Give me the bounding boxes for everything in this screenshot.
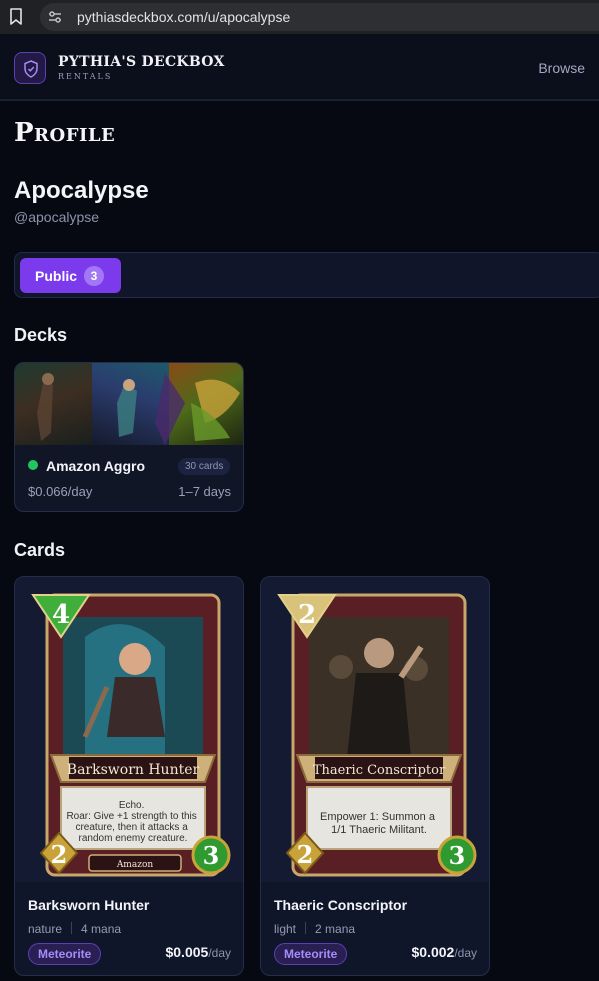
card-art-tribe: Amazon xyxy=(116,860,154,870)
deck-cover-art xyxy=(15,363,243,445)
card-element: light xyxy=(274,922,297,936)
url-text: pythiasdeckbox.com/u/apocalypse xyxy=(77,9,291,25)
brand-title[interactable]: PYTHIA'S DECKBOX xyxy=(58,54,225,70)
user-handle: @apocalypse xyxy=(14,209,100,225)
site-header: PYTHIA'S DECKBOX RENTALS Browse xyxy=(0,34,599,101)
tab-public[interactable]: Public 3 xyxy=(20,258,121,293)
browser-address-bar: pythiasdeckbox.com/u/apocalypse xyxy=(0,0,599,34)
card-price-unit: /day xyxy=(454,946,477,960)
card-tile[interactable]: Thaeric Conscriptor Empower 1: Summon a … xyxy=(260,576,490,976)
tab-public-count: 3 xyxy=(84,266,104,286)
card-art: Thaeric Conscriptor Empower 1: Summon a … xyxy=(261,577,489,882)
card-art-attack: 2 xyxy=(297,840,314,869)
card-art: Barksworn Hunter Echo. Roar: Give +1 str… xyxy=(15,577,243,882)
decks-heading: Decks xyxy=(14,325,68,345)
card-rarity-badge: Meteorite xyxy=(274,943,348,965)
tab-public-label: Public xyxy=(35,268,78,284)
bookmark-icon[interactable] xyxy=(9,8,23,26)
page-title: Profile xyxy=(14,118,116,148)
card-meta: nature 4 mana xyxy=(28,922,121,936)
card-art-banner: Barksworn Hunter xyxy=(67,762,200,778)
user-display-name: Apocalypse xyxy=(14,177,149,204)
card-price-value: $0.005 xyxy=(165,944,209,960)
card-art-cost: 2 xyxy=(298,600,316,630)
card-rarity-badge: Meteorite xyxy=(28,943,102,965)
nav-browse-link[interactable]: Browse xyxy=(538,60,585,76)
deck-name: Amazon Aggro xyxy=(46,458,146,474)
deck-status-dot xyxy=(28,460,38,470)
site-settings-icon[interactable] xyxy=(48,11,62,23)
card-art-health: 3 xyxy=(203,841,220,870)
card-mana: 2 mana xyxy=(315,922,356,936)
card-price: $0.005/day xyxy=(165,944,231,960)
card-name: Barksworn Hunter xyxy=(28,897,150,913)
card-price-unit: /day xyxy=(208,946,231,960)
card-art-cost: 4 xyxy=(52,600,70,630)
logo[interactable] xyxy=(14,52,46,84)
card-art-health: 3 xyxy=(449,841,466,870)
card-art-attack: 2 xyxy=(51,840,68,869)
card-price: $0.002/day xyxy=(411,944,477,960)
card-name: Thaeric Conscriptor xyxy=(274,897,408,913)
card-art-banner: Thaeric Conscriptor xyxy=(313,763,446,778)
url-field[interactable]: pythiasdeckbox.com/u/apocalypse xyxy=(40,3,599,31)
card-meta: light 2 mana xyxy=(274,922,355,936)
card-mana: 4 mana xyxy=(81,922,122,936)
deck-card-count-badge: 30 cards xyxy=(178,458,231,475)
shield-icon xyxy=(24,60,38,78)
deck-rental-duration: 1–7 days xyxy=(178,484,231,499)
deck-price: $0.066/day xyxy=(28,484,93,499)
visibility-tabs: Public 3 xyxy=(14,252,599,298)
deck-card[interactable]: Amazon Aggro 30 cards $0.066/day 1–7 day… xyxy=(14,362,244,512)
svg-text:Empower 1: Summon a 1/: Empower 1: Summon a 1/1 Thaeric Militant… xyxy=(320,811,438,836)
card-price-value: $0.002 xyxy=(411,944,455,960)
card-element: nature xyxy=(28,922,63,936)
cards-heading: Cards xyxy=(14,540,66,560)
card-tile[interactable]: Barksworn Hunter Echo. Roar: Give +1 str… xyxy=(14,576,244,976)
brand-subtitle: RENTALS xyxy=(58,72,113,81)
